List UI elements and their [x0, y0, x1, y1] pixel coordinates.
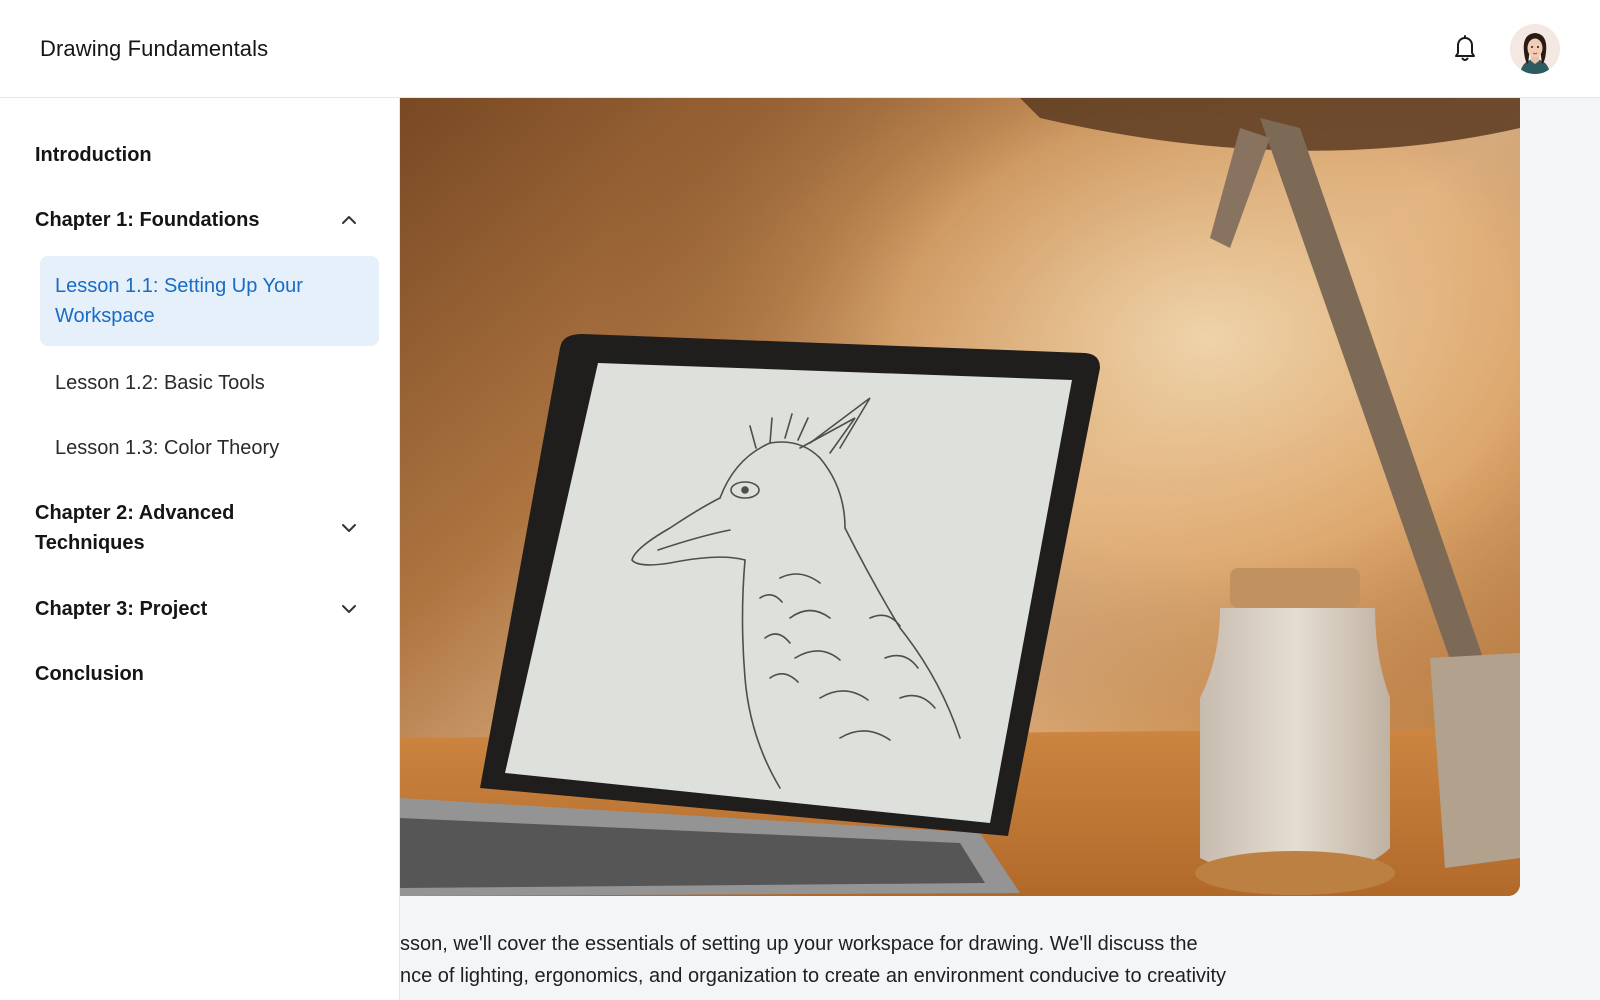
- nav-introduction[interactable]: Introduction: [0, 122, 399, 187]
- chevron-down-icon[interactable]: [339, 518, 359, 538]
- chevron-up-icon[interactable]: [339, 210, 359, 230]
- nav-conclusion[interactable]: Conclusion: [0, 641, 399, 706]
- nav-chapter-2-label: Chapter 2: Advanced Techniques: [35, 502, 235, 554]
- nav-introduction-label: Introduction: [35, 143, 152, 166]
- lesson-item-1-2[interactable]: Lesson 1.2: Basic Tools: [40, 350, 379, 415]
- chevron-down-icon[interactable]: [339, 599, 359, 619]
- lesson-hero-image: [400, 98, 1520, 896]
- nav-chapter-3[interactable]: Chapter 3: Project: [0, 576, 399, 641]
- lesson-body-text: sson, we'll cover the essentials of sett…: [400, 928, 1300, 992]
- top-right-actions: [1448, 23, 1560, 74]
- nav-chapter-2[interactable]: Chapter 2: Advanced Techniques: [0, 480, 399, 576]
- nav-conclusion-label: Conclusion: [35, 662, 144, 685]
- lesson-body-line-1: sson, we'll cover the essentials of sett…: [400, 933, 1198, 955]
- app-title: Drawing Fundamentals: [40, 35, 269, 61]
- nav-chapter-1-label: Chapter 1: Foundations: [35, 208, 260, 231]
- course-sidebar: Introduction Chapter 1: Foundations Less…: [0, 98, 400, 1000]
- nav-chapter-1[interactable]: Chapter 1: Foundations: [0, 187, 399, 252]
- lesson-item-1-1[interactable]: Lesson 1.1: Setting Up Your Workspace: [40, 256, 379, 346]
- top-bar: Drawing Fundamentals: [0, 0, 1600, 98]
- nav-chapter-3-label: Chapter 3: Project: [35, 597, 208, 620]
- bell-icon[interactable]: [1448, 32, 1482, 66]
- lesson-body-line-2: nce of lighting, ergonomics, and organiz…: [400, 965, 1227, 987]
- lesson-item-1-3-label: Lesson 1.3: Color Theory: [55, 436, 280, 459]
- user-avatar[interactable]: [1510, 23, 1560, 74]
- lesson-item-1-2-label: Lesson 1.2: Basic Tools: [55, 371, 265, 394]
- lesson-item-1-1-label: Lesson 1.1: Setting Up Your Workspace: [55, 275, 303, 327]
- lesson-item-1-3[interactable]: Lesson 1.3: Color Theory: [40, 415, 379, 480]
